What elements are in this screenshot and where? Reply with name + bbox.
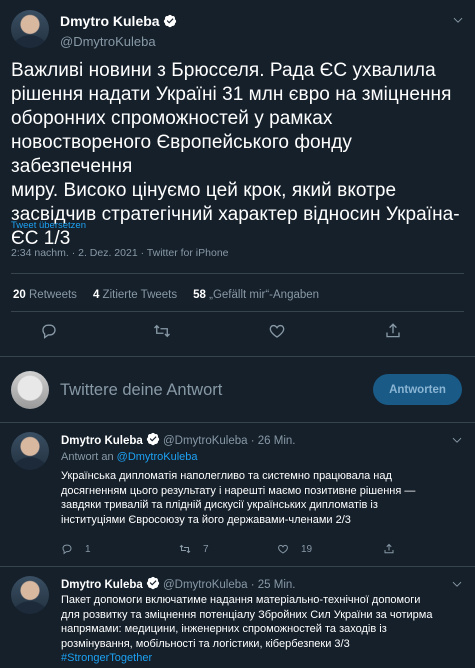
tweet-text: Пакет допомоги включатиме надання матері… (61, 593, 461, 666)
tweet-time[interactable]: · 25 Min. (251, 579, 296, 591)
retweets-count: 20 (13, 289, 26, 301)
tweet-text-line: Важливі новини з Брюсселя. Рада ЄС ухвал… (11, 60, 436, 81)
tweet-text-line: оборонних спроможностей у рамках (11, 108, 333, 129)
thread-tweet[interactable]: Dmytro Kuleba @DmytroKuleba · 26 Min. An… (0, 432, 475, 560)
author-name[interactable]: Dmytro Kuleba (61, 435, 143, 447)
tweet-text-line: миру. Високо цінуємо цей крок, який вкот… (11, 180, 397, 201)
tweet-header: Dmytro Kuleba @DmytroKuleba · 25 Min. (61, 576, 296, 591)
share-icon (383, 543, 395, 555)
tweet-text: Українська дипломатія наполегливо та сис… (61, 469, 461, 527)
verified-badge-icon (163, 14, 177, 28)
retweet-icon (179, 543, 191, 555)
replying-to: Antwort an @DmytroKuleba (61, 451, 198, 463)
avatar[interactable] (11, 10, 49, 48)
likes-stat[interactable]: 58 „Gefällt mir“-Angaben (193, 289, 319, 301)
author-block[interactable]: Dmytro Kuleba @DmytroKuleba (60, 13, 177, 49)
tweet-header: Dmytro Kuleba @DmytroKuleba · 26 Min. (61, 432, 296, 447)
divider (11, 273, 464, 274)
caret-down-icon[interactable] (452, 14, 464, 26)
divider (0, 422, 475, 423)
retweet-count: 7 (203, 543, 209, 555)
tweet-text-line: досягненням цього результату і нарешті м… (61, 484, 416, 497)
tweet-text-line: Пакет допомоги включатиме надання матері… (61, 594, 421, 606)
reply-action[interactable]: 1 (61, 543, 91, 555)
retweet-icon[interactable] (153, 322, 171, 340)
quotes-stat[interactable]: 4 Zitierte Tweets (93, 289, 177, 301)
reply-composer: Twittere deine Antwort Antworten (0, 362, 475, 418)
user-avatar[interactable] (11, 371, 49, 409)
retweet-action[interactable]: 7 (179, 543, 209, 555)
tweet-actions: 1 7 19 (61, 543, 461, 557)
tweet-text-line: розмінування, мобільності та логістики, … (61, 637, 350, 650)
author-handle[interactable]: @DmytroKuleba (163, 579, 248, 591)
likes-count: 58 (193, 289, 206, 301)
replying-to-link[interactable]: @DmytroKuleba (117, 451, 198, 463)
reply-input[interactable]: Twittere deine Antwort (60, 381, 222, 400)
divider (11, 311, 464, 312)
author-name[interactable]: Dmytro Kuleba (61, 579, 143, 591)
divider (0, 356, 475, 357)
thread-tweet[interactable]: Dmytro Kuleba @DmytroKuleba · 25 Min. Па… (0, 576, 475, 668)
quotes-count: 4 (92, 289, 100, 301)
like-count: 19 (301, 543, 313, 555)
hashtag-link[interactable]: #StrongerTogether (61, 651, 461, 666)
tweet-text-line: напрямами: медицини, інженерних спроможн… (61, 623, 387, 635)
reply-submit-button[interactable]: Antworten (373, 374, 462, 405)
verified-badge-icon (146, 576, 160, 590)
tweet-text-line: новоствореного Європейського фонду забез… (11, 132, 352, 177)
tweet-text-line: для розвитку та зміцнення потенціалу Збр… (61, 608, 433, 621)
avatar[interactable] (11, 432, 49, 470)
reply-icon (61, 543, 73, 555)
likes-label: „Gefällt mir“-Angaben (209, 289, 320, 301)
verified-badge-icon (146, 432, 160, 446)
retweets-stat[interactable]: 20 Retweets (13, 289, 77, 301)
reply-icon[interactable] (40, 322, 58, 340)
replying-prefix: Antwort an (61, 451, 114, 463)
like-icon (277, 543, 289, 555)
retweets-label: Retweets (29, 289, 77, 301)
tweet-text-line: рішення надати Україні 31 млн євро на зм… (11, 84, 452, 105)
translate-link[interactable]: Tweet übersetzen (11, 220, 86, 231)
caret-down-icon[interactable] (451, 434, 463, 446)
author-name[interactable]: Dmytro Kuleba (60, 13, 160, 29)
share-icon[interactable] (384, 322, 402, 340)
avatar[interactable] (11, 576, 49, 614)
caret-down-icon[interactable] (451, 578, 463, 590)
main-action-row (0, 322, 475, 346)
author-handle[interactable]: @DmytroKuleba (163, 435, 248, 447)
tweet-stats: 20 Retweets 4 Zitierte Tweets 58 „Gefäll… (13, 289, 335, 301)
tweet-time[interactable]: · 26 Min. (251, 435, 296, 447)
tweet-text-line: інституціями Євросоюзу та його державами… (61, 513, 351, 526)
reply-count: 1 (85, 543, 91, 555)
quotes-label: Zitierte Tweets (102, 289, 178, 301)
author-handle[interactable]: @DmytroKuleba (60, 34, 177, 49)
tweet-text-line: завдяки тривалій та плідній дискусії укр… (61, 499, 378, 511)
share-action[interactable] (383, 543, 395, 555)
like-icon[interactable] (268, 322, 286, 340)
like-action[interactable]: 19 (277, 543, 312, 555)
divider (0, 566, 475, 567)
tweet-text-line: Українська дипломатія наполегливо та сис… (61, 470, 392, 482)
tweet-meta[interactable]: 2:34 nachm. · 2. Dez. 2021 · Twitter for… (11, 247, 229, 259)
